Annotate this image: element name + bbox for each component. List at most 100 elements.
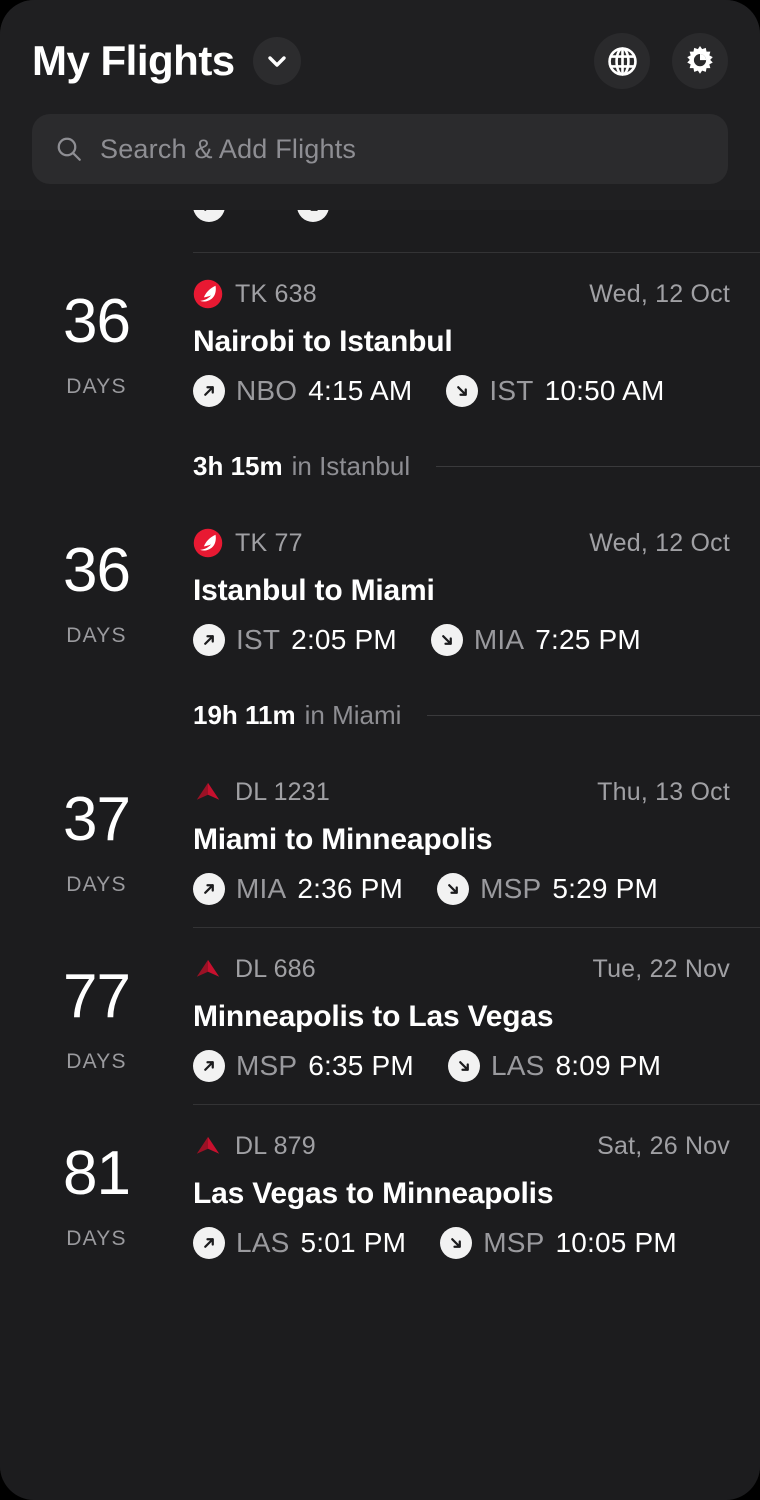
flight-route: Istanbul to Miami — [193, 574, 730, 608]
layover-duration: 3h 15m — [193, 451, 283, 482]
departure-arrow-icon — [193, 210, 225, 222]
flight-date: Wed, 12 Oct — [589, 280, 730, 309]
arrival-leg — [297, 210, 367, 222]
countdown-block: 36 DAYS — [0, 277, 193, 407]
countdown-days: 81 — [63, 1143, 130, 1205]
layover-location: in Miami — [305, 700, 402, 731]
layover-row: 3h 15m in Istanbul — [0, 429, 760, 502]
arrival-leg: MSP 10:05 PM — [440, 1227, 677, 1259]
departure-airport-code: IST — [236, 624, 280, 656]
flight-details: TK 77 Wed, 12 Oct Istanbul to Miami IST … — [193, 526, 760, 656]
arrival-time: 10:50 AM — [545, 375, 665, 407]
departure-time: 5:01 PM — [301, 1227, 407, 1259]
arrival-leg: IST 10:50 AM — [446, 375, 664, 407]
countdown-days: 36 — [63, 540, 130, 602]
header-actions — [594, 33, 728, 89]
flight-number: TK 77 — [235, 529, 303, 558]
delta-logo — [193, 954, 223, 984]
search-icon — [54, 134, 84, 164]
countdown-days: 37 — [63, 789, 130, 851]
layover-line — [436, 466, 760, 467]
departure-airport-code: NBO — [236, 375, 297, 407]
departure-leg — [193, 210, 263, 222]
arrival-arrow-icon — [297, 210, 329, 222]
departure-leg: MSP 6:35 PM — [193, 1050, 414, 1082]
flight-number: DL 686 — [235, 955, 316, 984]
flight-route: Minneapolis to Las Vegas — [193, 1000, 730, 1034]
flights-list[interactable]: 36 DAYS TK 638 Wed, 12 Oct Nairobi to Is… — [0, 210, 760, 1480]
arrival-time: 10:05 PM — [556, 1227, 677, 1259]
arrival-airport-code: MSP — [480, 873, 541, 905]
arrival-time: 8:09 PM — [556, 1050, 662, 1082]
flight-route: Nairobi to Istanbul — [193, 325, 730, 359]
app-window: My Flights — [0, 0, 760, 1500]
countdown-block: 36 DAYS — [0, 526, 193, 656]
flight-date: Thu, 13 Oct — [597, 778, 730, 807]
countdown-unit-label: DAYS — [66, 873, 126, 897]
arrival-leg: LAS 8:09 PM — [448, 1050, 661, 1082]
flight-details: DL 1231 Thu, 13 Oct Miami to Minneapolis… — [193, 775, 760, 905]
arrival-time: 5:29 PM — [552, 873, 658, 905]
flight-details: TK 638 Wed, 12 Oct Nairobi to Istanbul N… — [193, 277, 760, 407]
flight-row[interactable]: 36 DAYS TK 77 Wed, 12 Oct Istanbul to Mi… — [0, 502, 760, 678]
departure-airport-code: LAS — [236, 1227, 290, 1259]
arrival-arrow-icon — [437, 873, 469, 905]
arrival-arrow-icon — [448, 1050, 480, 1082]
flight-row[interactable]: 36 DAYS TK 638 Wed, 12 Oct Nairobi to Is… — [0, 253, 760, 429]
countdown-block: 81 DAYS — [0, 1129, 193, 1259]
departure-arrow-icon — [193, 375, 225, 407]
flight-number: DL 879 — [235, 1132, 316, 1161]
countdown-unit-label: DAYS — [66, 624, 126, 648]
globe-icon — [606, 45, 639, 78]
departure-time: 2:36 PM — [297, 873, 403, 905]
countdown-days: 77 — [63, 966, 130, 1028]
gear-icon — [683, 44, 717, 78]
arrival-airport-code: IST — [489, 375, 533, 407]
departure-leg: MIA 2:36 PM — [193, 873, 403, 905]
arrival-arrow-icon — [446, 375, 478, 407]
flight-date: Tue, 22 Nov — [593, 955, 730, 984]
arrival-airport-code: LAS — [491, 1050, 545, 1082]
globe-button[interactable] — [594, 33, 650, 89]
turkish-airlines-logo — [193, 279, 223, 309]
countdown-block: 37 DAYS — [0, 775, 193, 905]
flight-date: Wed, 12 Oct — [589, 529, 730, 558]
layover-row: 19h 11m in Miami — [0, 678, 760, 751]
header-top-bar: My Flights — [32, 30, 728, 92]
flight-row[interactable]: 37 DAYS DL 1231 Thu, 13 Oct Miami to Min… — [0, 751, 760, 927]
flights-list-dropdown-button[interactable] — [253, 37, 301, 85]
arrival-leg: MSP 5:29 PM — [437, 873, 658, 905]
layover-line — [427, 715, 760, 716]
arrival-arrow-icon — [431, 624, 463, 656]
departure-time: 4:15 AM — [308, 375, 412, 407]
flight-details: DL 686 Tue, 22 Nov Minneapolis to Las Ve… — [193, 952, 760, 1082]
settings-button[interactable] — [672, 33, 728, 89]
partial-flight-row-above[interactable] — [0, 210, 760, 252]
search-placeholder: Search & Add Flights — [100, 134, 356, 165]
departure-airport-code: MSP — [236, 1050, 297, 1082]
turkish-airlines-logo — [193, 528, 223, 558]
flight-details: DL 879 Sat, 26 Nov Las Vegas to Minneapo… — [193, 1129, 760, 1259]
flight-row[interactable]: 77 DAYS DL 686 Tue, 22 Nov Minneapolis t… — [0, 928, 760, 1104]
flight-date: Sat, 26 Nov — [597, 1132, 730, 1161]
countdown-unit-label: DAYS — [66, 1227, 126, 1251]
departure-arrow-icon — [193, 873, 225, 905]
flight-row[interactable]: 81 DAYS DL 879 Sat, 26 Nov Las Vegas to … — [0, 1105, 760, 1281]
arrival-airport-code: MSP — [483, 1227, 544, 1259]
flight-number: TK 638 — [235, 280, 317, 309]
search-input[interactable]: Search & Add Flights — [32, 114, 728, 184]
chevron-down-icon — [265, 49, 289, 73]
countdown-block: 77 DAYS — [0, 952, 193, 1082]
departure-time: 2:05 PM — [291, 624, 397, 656]
delta-logo — [193, 1131, 223, 1161]
arrival-arrow-icon — [440, 1227, 472, 1259]
departure-time: 6:35 PM — [308, 1050, 414, 1082]
countdown-unit-label: DAYS — [66, 375, 126, 399]
departure-arrow-icon — [193, 1050, 225, 1082]
flight-route: Las Vegas to Minneapolis — [193, 1177, 730, 1211]
departure-leg: IST 2:05 PM — [193, 624, 397, 656]
flight-route: Miami to Minneapolis — [193, 823, 730, 857]
countdown-unit-label: DAYS — [66, 1050, 126, 1074]
flight-number: DL 1231 — [235, 778, 330, 807]
app-header: My Flights — [0, 0, 760, 210]
